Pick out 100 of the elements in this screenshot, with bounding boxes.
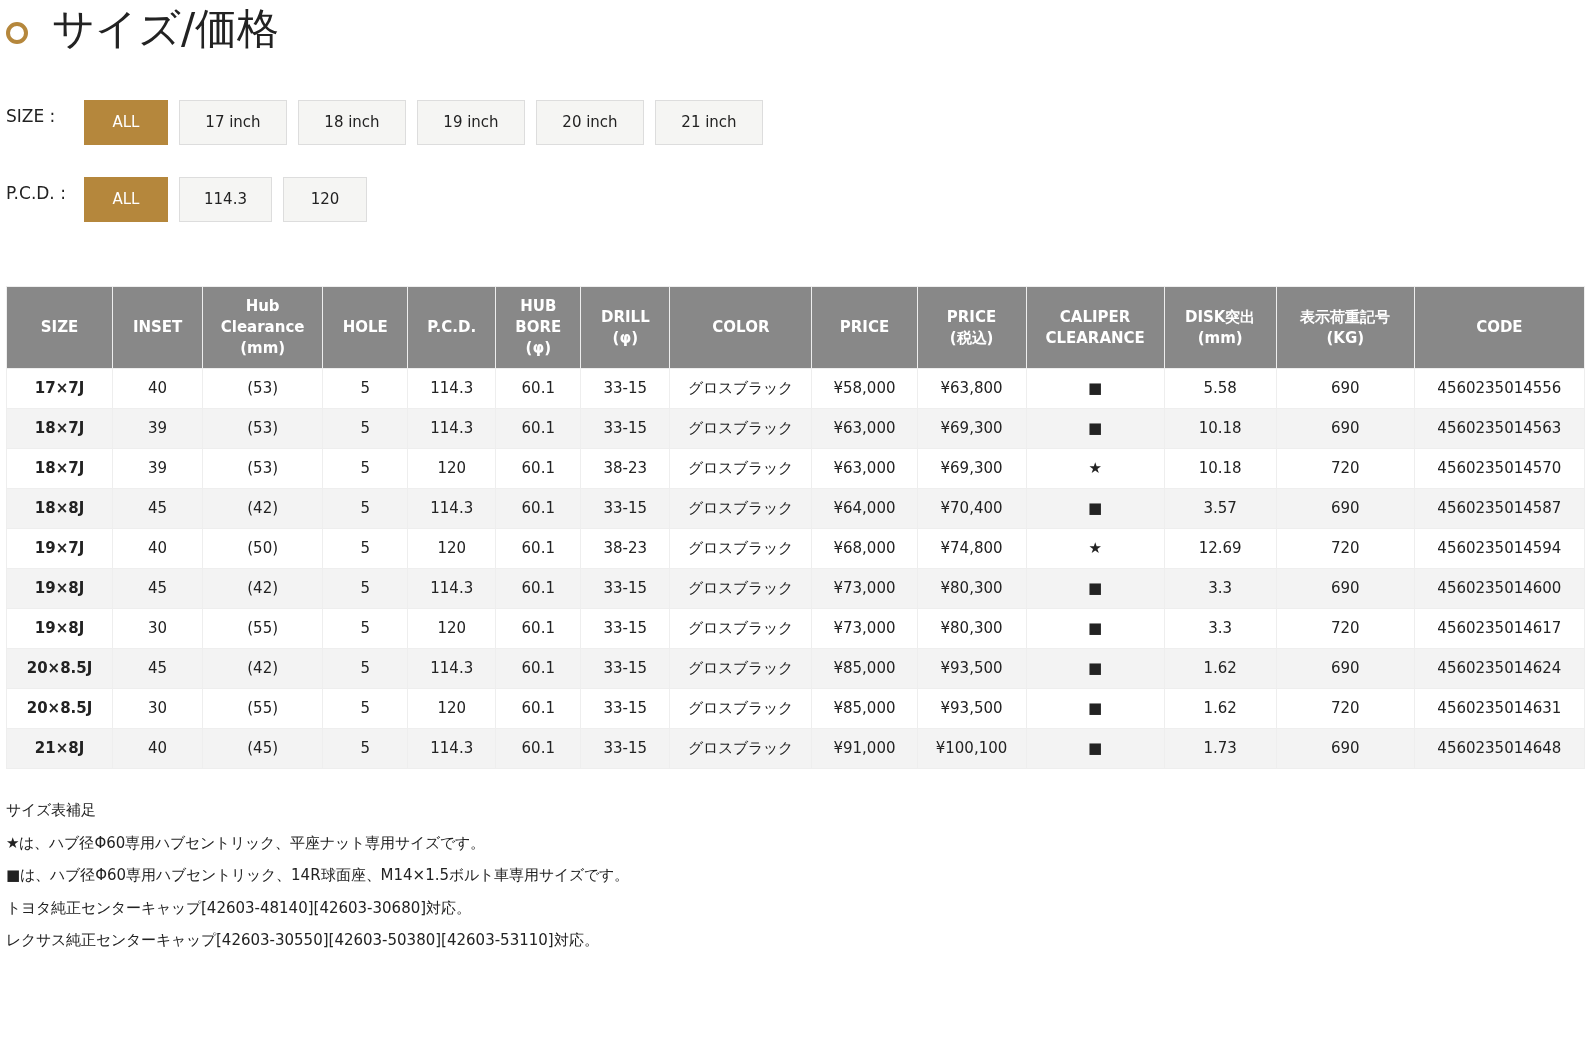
table-cell: 30 [112, 608, 203, 649]
table-cell: ¥85,000 [811, 648, 917, 689]
table-cell: 114.3 [407, 368, 496, 409]
table-cell: 4560235014624 [1414, 648, 1585, 689]
table-cell: (42) [202, 568, 323, 609]
table-cell: ¥100,100 [917, 728, 1027, 769]
column-header: P.C.D. [407, 286, 496, 369]
table-cell: 33-15 [580, 608, 670, 649]
table-cell: グロスブラック [669, 408, 812, 449]
table-cell: ¥63,800 [917, 368, 1027, 409]
column-header: COLOR [669, 286, 812, 369]
table-cell: ¥63,000 [811, 448, 917, 489]
table-cell: 5 [322, 448, 408, 489]
note-text: トヨタ純正センターキャップ[42603-48140][42603-30680]対応。 [6, 897, 473, 919]
table-cell: 12.69 [1164, 528, 1277, 569]
table-cell: ■ [1026, 488, 1165, 529]
table-cell: 38-23 [580, 448, 670, 489]
table-cell: 4560235014631 [1414, 688, 1585, 729]
table-cell: 17×7J [6, 368, 113, 409]
table-cell: 10.18 [1164, 448, 1277, 489]
filter-label: P.C.D. : [6, 182, 67, 205]
table-cell: ★ [1026, 528, 1165, 569]
table-cell: 4560235014563 [1414, 408, 1585, 449]
table-cell: (53) [202, 368, 323, 409]
table-cell: 5 [322, 368, 408, 409]
table-cell: (55) [202, 688, 323, 729]
column-header: HUB BORE (φ) [495, 286, 581, 369]
table-cell: 19×8J [6, 568, 113, 609]
table-cell: 60.1 [495, 408, 581, 449]
filter-button[interactable]: 21 inch [655, 100, 763, 145]
table-cell: 4560235014648 [1414, 728, 1585, 769]
table-cell: 120 [407, 448, 496, 489]
filter-button[interactable]: 20 inch [536, 100, 644, 145]
table-cell: 1.62 [1164, 648, 1277, 689]
table-cell: 690 [1276, 648, 1415, 689]
table-cell: 4560235014617 [1414, 608, 1585, 649]
table-cell: ■ [1026, 368, 1165, 409]
table-cell: 60.1 [495, 528, 581, 569]
table-cell: 690 [1276, 368, 1415, 409]
table-cell: ★ [1026, 448, 1165, 489]
table-cell: 5 [322, 528, 408, 569]
table-cell: 5.58 [1164, 368, 1277, 409]
table-cell: 5 [322, 608, 408, 649]
column-header: CALIPER CLEARANCE [1026, 286, 1165, 369]
table-cell: ■ [1026, 608, 1165, 649]
table-cell: 45 [112, 488, 203, 529]
table-cell: 21×8J [6, 728, 113, 769]
table-cell: 5 [322, 488, 408, 529]
table-cell: ¥80,300 [917, 568, 1027, 609]
table-cell: 4560235014594 [1414, 528, 1585, 569]
table-cell: (45) [202, 728, 323, 769]
table-cell: 1.62 [1164, 688, 1277, 729]
filter-button[interactable]: 114.3 [179, 177, 272, 222]
table-cell: ¥63,000 [811, 408, 917, 449]
table-cell: 18×8J [6, 488, 113, 529]
table-cell: 690 [1276, 488, 1415, 529]
table-cell: 114.3 [407, 648, 496, 689]
filter-button[interactable]: 19 inch [417, 100, 525, 145]
table-cell: 10.18 [1164, 408, 1277, 449]
column-header: CODE [1414, 286, 1585, 369]
table-cell: 690 [1276, 728, 1415, 769]
table-cell: 4560235014570 [1414, 448, 1585, 489]
table-cell: 18×7J [6, 408, 113, 449]
table-cell: ¥58,000 [811, 368, 917, 409]
table-cell: ¥74,800 [917, 528, 1027, 569]
column-header: Hub Clearance (mm) [202, 286, 323, 369]
table-cell: 40 [112, 368, 203, 409]
table-cell: ¥85,000 [811, 688, 917, 729]
table-cell: グロスブラック [669, 728, 812, 769]
table-cell: 120 [407, 608, 496, 649]
table-cell: (42) [202, 648, 323, 689]
table-cell: 19×8J [6, 608, 113, 649]
table-cell: 120 [407, 688, 496, 729]
table-cell: 20×8.5J [6, 648, 113, 689]
filter-button[interactable]: 17 inch [179, 100, 287, 145]
table-cell: 39 [112, 448, 203, 489]
filter-button[interactable]: 120 [283, 177, 367, 222]
table-cell: ¥64,000 [811, 488, 917, 529]
table-cell: 5 [322, 688, 408, 729]
table-cell: 33-15 [580, 648, 670, 689]
filter-button[interactable]: 18 inch [298, 100, 406, 145]
table-cell: 3.3 [1164, 608, 1277, 649]
ring-icon [6, 22, 28, 44]
table-cell: グロスブラック [669, 568, 812, 609]
table-cell: 45 [112, 568, 203, 609]
table-cell: 40 [112, 528, 203, 569]
table-cell: 114.3 [407, 408, 496, 449]
table-cell: 33-15 [580, 728, 670, 769]
table-cell: 18×7J [6, 448, 113, 489]
table-cell: 120 [407, 528, 496, 569]
table-cell: 3.57 [1164, 488, 1277, 529]
table-cell: グロスブラック [669, 648, 812, 689]
note-text: レクサス純正センターキャップ[42603-30550][42603-50380][42603-53110]対応。 [6, 930, 600, 951]
table-cell: ¥69,300 [917, 408, 1027, 449]
table-cell: ¥91,000 [811, 728, 917, 769]
table-cell: 1.73 [1164, 728, 1277, 769]
table-cell: ■ [1026, 728, 1165, 769]
column-header: 表示荷重記号 (KG) [1276, 286, 1415, 369]
table-cell: ¥68,000 [811, 528, 917, 569]
column-header: PRICE [811, 286, 917, 369]
